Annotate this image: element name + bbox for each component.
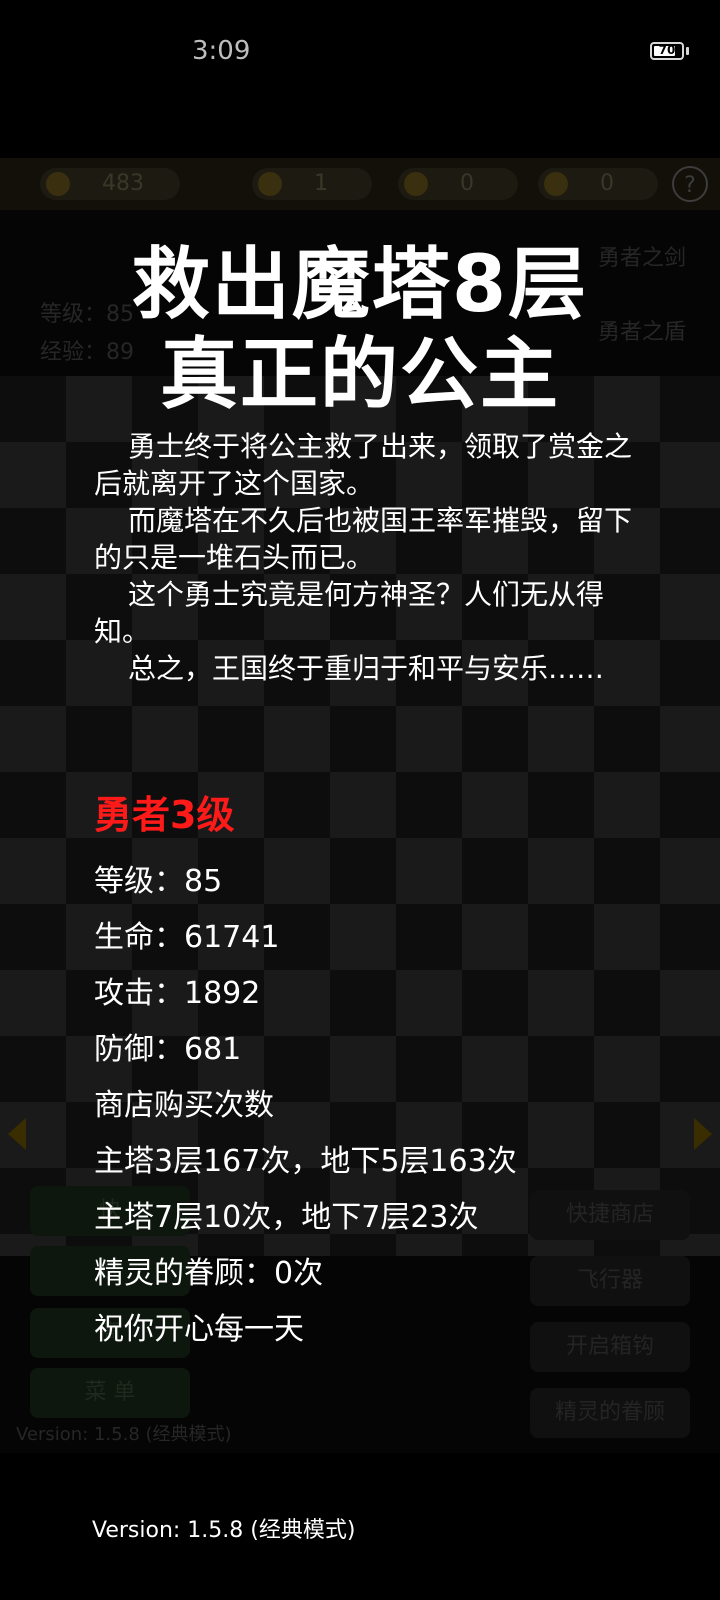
gold-counter: 483 <box>40 168 180 200</box>
red-key-value: 0 <box>600 171 614 196</box>
story-paragraph: 勇士终于将公主救了出来，领取了赏金之后就离开了这个国家。 <box>94 430 633 500</box>
yellow-key-counter: 1 <box>252 168 372 200</box>
bg-version-label: Version: 1.5.8 (经典模式) <box>16 1424 232 1445</box>
ending-story: 勇士终于将公主救了出来，领取了赏金之后就离开了这个国家。 而魔塔在不久后也被国王… <box>94 428 634 687</box>
stat-fairy-favor: 精灵的眷顾：0次 <box>94 1256 324 1291</box>
stat-hp: 生命：61741 <box>94 920 280 955</box>
resource-bar: 483 1 0 0 ? <box>0 158 720 210</box>
yellow-key-icon <box>258 172 282 196</box>
stat-shop-floor-7: 主塔7层10次，地下7层23次 <box>94 1200 479 1235</box>
next-floor-icon[interactable] <box>694 1118 712 1150</box>
blue-key-counter: 0 <box>398 168 518 200</box>
gold-coin-icon <box>46 172 70 196</box>
stat-shop-floor-3: 主塔3层167次，地下5层163次 <box>94 1144 517 1179</box>
version-label: Version: 1.5.8 (经典模式) <box>92 1518 356 1543</box>
yellow-key-value: 1 <box>314 171 328 196</box>
story-paragraph: 这个勇士究竟是何方神圣？人们无从得知。 <box>94 578 605 648</box>
bg-quick-shop-button[interactable]: 快捷商店 <box>530 1190 690 1240</box>
stat-attack: 攻击：1892 <box>94 976 261 1011</box>
battery-icon: 70 <box>650 42 684 60</box>
battery-percent: 70 <box>658 43 676 57</box>
battery-tip <box>686 47 689 55</box>
story-paragraph: 而魔塔在不久后也被国王率军摧毁，留下的只是一堆石头而已。 <box>94 504 633 574</box>
bg-menu-button[interactable]: 菜 单 <box>30 1368 190 1418</box>
bg-fly-button[interactable]: 飞行器 <box>530 1256 690 1306</box>
bg-toggle-button[interactable]: 开启箱钩 <box>530 1322 690 1372</box>
blue-key-value: 0 <box>460 171 474 196</box>
story-paragraph: 总之，王国终于重归于和平与安乐…… <box>128 652 605 685</box>
stat-defense: 防御：681 <box>94 1032 242 1067</box>
hero-rank: 勇者3级 <box>94 793 235 837</box>
status-time: 3:09 <box>192 36 251 66</box>
stat-farewell: 祝你开心每一天 <box>94 1312 304 1347</box>
ending-title-line-2: 真正的公主 <box>159 330 560 420</box>
stat-shop-heading: 商店购买次数 <box>94 1088 274 1123</box>
help-icon[interactable]: ? <box>672 166 708 202</box>
blue-key-icon <box>404 172 428 196</box>
gold-value: 483 <box>102 171 144 196</box>
bg-fairy-button[interactable]: 精灵的眷顾 <box>530 1388 690 1438</box>
stat-level: 等级：85 <box>94 864 223 899</box>
red-key-counter: 0 <box>538 168 658 200</box>
red-key-icon <box>544 172 568 196</box>
prev-floor-icon[interactable] <box>8 1118 26 1150</box>
